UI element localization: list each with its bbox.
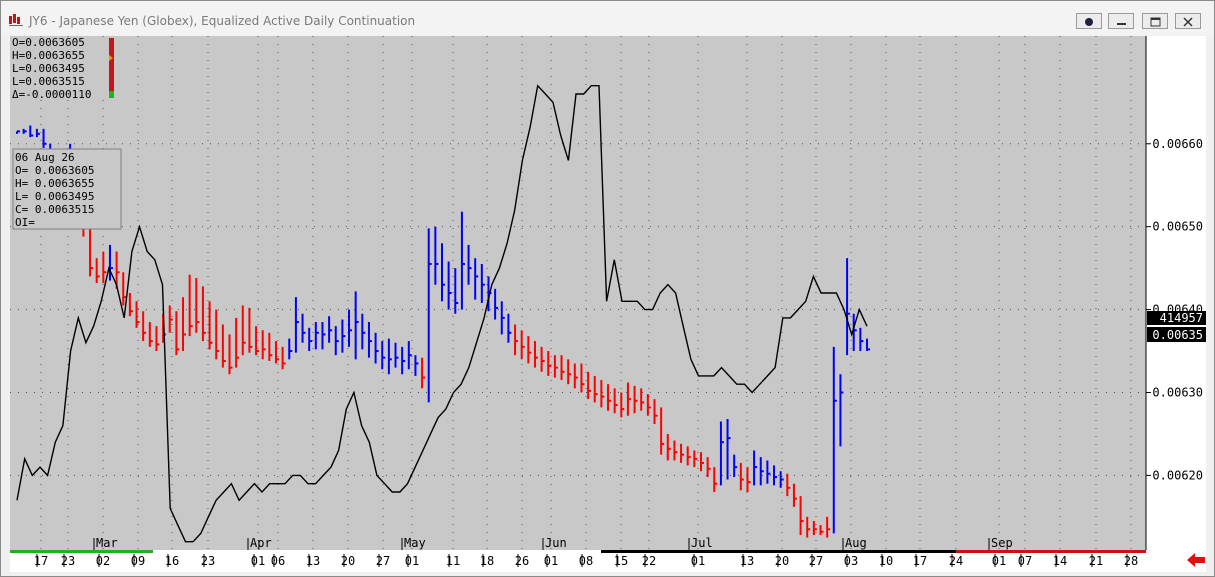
x-month-label: May bbox=[404, 536, 426, 550]
x-day-label: 10 bbox=[879, 554, 893, 568]
tooltip-date: 06 Aug 26 bbox=[15, 151, 75, 164]
plot-area bbox=[10, 36, 1146, 550]
x-day-label: 22 bbox=[642, 554, 656, 568]
x-day-label: 01 bbox=[405, 554, 419, 568]
x-day-label: 23 bbox=[201, 554, 215, 568]
x-day-label: 03 bbox=[844, 554, 858, 568]
tooltip-open-interest: OI= bbox=[15, 216, 35, 229]
y-tick-label: 0.00660 bbox=[1152, 137, 1203, 151]
svg-text:0.00635: 0.00635 bbox=[1152, 328, 1203, 342]
x-day-label: 01 bbox=[992, 554, 1006, 568]
x-day-label: 01 bbox=[544, 554, 558, 568]
x-day-label: 15 bbox=[614, 554, 628, 568]
ohlc-readout: O=0.0063605 H=0.0063655 L=0.0063495 L=0.… bbox=[10, 36, 114, 101]
x-day-label: 20 bbox=[775, 554, 789, 568]
data-tooltip: 06 Aug 26 O= 0.0063605 H= 0.0063655 L= 0… bbox=[12, 148, 122, 230]
change-indicator bbox=[109, 38, 114, 98]
x-day-label: 20 bbox=[341, 554, 355, 568]
x-day-label: 26 bbox=[515, 554, 529, 568]
volume-label: 414957 bbox=[1147, 311, 1206, 325]
tooltip-close: C= 0.0063515 bbox=[15, 203, 94, 216]
x-day-label: 16 bbox=[165, 554, 179, 568]
x-day-label: 11 bbox=[446, 554, 460, 568]
x-day-label: 07 bbox=[1018, 554, 1032, 568]
last-price-label: 0.00635 bbox=[1147, 327, 1206, 342]
readout-low-2: L=0.0063515 bbox=[12, 75, 85, 88]
readout-delta: Δ=-0.0000110 bbox=[12, 88, 91, 101]
tooltip-high: H= 0.0063655 bbox=[15, 177, 94, 190]
x-day-label: 17 bbox=[34, 554, 48, 568]
session-bar-red bbox=[956, 550, 1146, 553]
x-month-label: Apr bbox=[250, 536, 272, 550]
x-month-label: Mar bbox=[96, 536, 118, 550]
x-day-label: 28 bbox=[1124, 554, 1138, 568]
readout-high: H=0.0063655 bbox=[12, 49, 85, 62]
x-day-label: 21 bbox=[1089, 554, 1103, 568]
x-day-label: 24 bbox=[949, 554, 963, 568]
x-month-label: Sep bbox=[991, 536, 1013, 550]
y-tick-label: 0.00650 bbox=[1152, 220, 1203, 234]
x-month-label: Jun bbox=[545, 536, 567, 550]
x-month-label: Jul bbox=[691, 536, 713, 550]
scroll-left-arrow-icon[interactable] bbox=[1185, 551, 1207, 569]
svg-text:414957: 414957 bbox=[1160, 311, 1203, 325]
x-day-label: 08 bbox=[579, 554, 593, 568]
x-day-label: 23 bbox=[61, 554, 75, 568]
price-chart[interactable]: 0.006200.006300.006400.006500.00660 17 23… bbox=[1, 1, 1214, 576]
x-day-label: 17 bbox=[913, 554, 927, 568]
session-bar-green bbox=[10, 550, 153, 553]
x-day-label: 06 bbox=[271, 554, 285, 568]
tooltip-low: L= 0.0063495 bbox=[15, 190, 94, 203]
x-day-label: 13 bbox=[306, 554, 320, 568]
session-bar-black bbox=[601, 550, 956, 553]
x-day-label: 09 bbox=[131, 554, 145, 568]
x-day-label: 27 bbox=[809, 554, 823, 568]
x-day-label: 01 bbox=[691, 554, 705, 568]
chart-window: JY6 - Japanese Yen (Globex), Equalized A… bbox=[0, 0, 1215, 577]
x-day-label: 02 bbox=[96, 554, 110, 568]
x-month-label: Aug bbox=[845, 536, 867, 550]
x-day-label: 18 bbox=[480, 554, 494, 568]
y-tick-label: 0.00620 bbox=[1152, 468, 1203, 482]
y-tick-label: 0.00630 bbox=[1152, 385, 1203, 399]
x-day-label: 14 bbox=[1053, 554, 1067, 568]
readout-open: O=0.0063605 bbox=[12, 36, 85, 49]
x-day-label: 13 bbox=[740, 554, 754, 568]
x-day-label: 27 bbox=[376, 554, 390, 568]
x-day-label: 01 bbox=[251, 554, 265, 568]
tooltip-open: O= 0.0063605 bbox=[15, 164, 94, 177]
readout-low: L=0.0063495 bbox=[12, 62, 85, 75]
